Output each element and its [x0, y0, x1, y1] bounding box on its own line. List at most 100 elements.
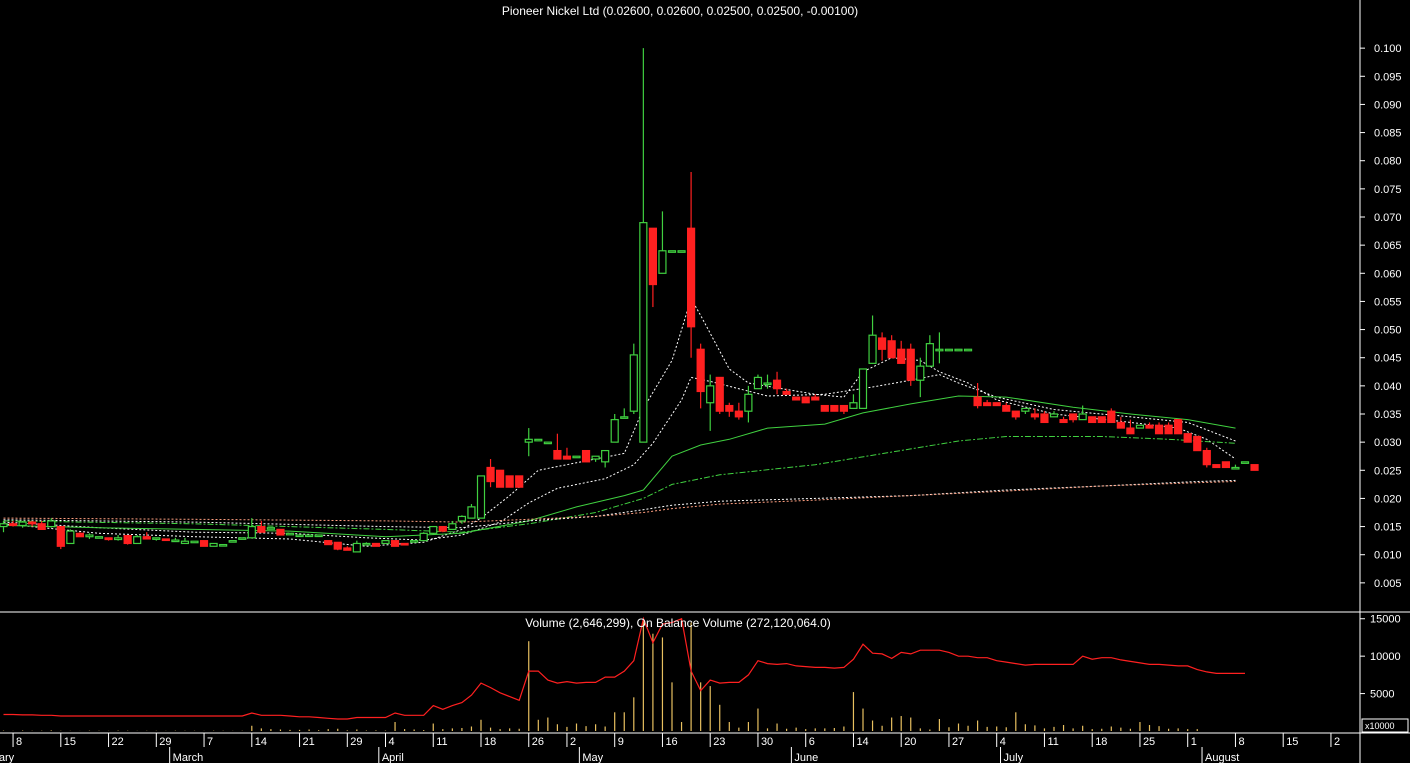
- volume-tick-label: 5000: [1370, 689, 1394, 701]
- candle-body: [247, 525, 256, 539]
- day-tick-label: 23: [713, 736, 725, 748]
- candle-body: [18, 521, 27, 527]
- candle-body: [658, 250, 667, 274]
- price-tick-label: 0.015: [1374, 522, 1402, 534]
- candle-body: [686, 227, 696, 328]
- candle-body: [839, 404, 849, 412]
- candle-body: [142, 536, 151, 540]
- candle-body: [219, 543, 228, 547]
- day-tick-label: 2: [1334, 736, 1340, 748]
- candle-body: [639, 222, 648, 443]
- candle-body: [715, 376, 724, 412]
- candle-body: [438, 525, 447, 532]
- candle-body: [314, 534, 323, 538]
- candle-body: [983, 402, 992, 407]
- month-tick-label: April: [382, 752, 404, 763]
- candle-body: [352, 542, 361, 553]
- price-tick-label: 0.080: [1374, 156, 1402, 168]
- day-tick-label: 15: [64, 736, 76, 748]
- month-tick-label: August: [1205, 752, 1239, 763]
- candle-body: [524, 438, 533, 443]
- day-tick-label: 1: [1191, 736, 1197, 748]
- candle-body: [1088, 416, 1097, 424]
- price-tick-label: 0.010: [1374, 550, 1402, 562]
- candle-body: [1174, 419, 1183, 435]
- candle-body: [734, 410, 743, 418]
- candle-body: [1116, 421, 1125, 429]
- day-tick-label: 8: [16, 736, 22, 748]
- candle-body: [457, 515, 466, 522]
- candle-body: [1145, 424, 1154, 429]
- candle-body: [1221, 461, 1231, 469]
- day-tick-label: 16: [665, 736, 677, 748]
- candle-body: [400, 542, 409, 546]
- candle-body: [85, 534, 94, 538]
- day-tick-label: 26: [532, 736, 544, 748]
- candle-body: [1049, 413, 1059, 418]
- month-tick-label: July: [1004, 752, 1024, 763]
- candle-body: [343, 547, 352, 551]
- candle-body: [782, 390, 791, 395]
- day-tick-label: 6: [809, 736, 815, 748]
- candle-body: [486, 466, 495, 483]
- candle-body: [8, 523, 18, 527]
- candle-body: [305, 534, 314, 538]
- candle-body: [935, 348, 944, 352]
- day-tick-label: 8: [1238, 736, 1244, 748]
- candle-body: [677, 250, 686, 253]
- candle-body: [371, 542, 381, 547]
- price-tick-label: 0.040: [1374, 381, 1402, 393]
- price-tick-label: 0.065: [1374, 240, 1402, 252]
- candle-body: [601, 449, 610, 463]
- price-tick-label: 0.095: [1374, 71, 1402, 83]
- candle-body: [257, 525, 266, 533]
- candle-body: [1002, 404, 1011, 412]
- day-tick-label: 4: [1000, 736, 1006, 748]
- candle-body: [476, 475, 486, 519]
- candle-body: [152, 537, 161, 540]
- candle-body: [104, 537, 113, 541]
- day-tick-label: 20: [904, 736, 916, 748]
- candle-body: [706, 385, 715, 404]
- candle-body: [849, 402, 858, 409]
- day-tick-label: 27: [952, 736, 964, 748]
- candle-body: [792, 396, 801, 401]
- candle-body: [94, 536, 104, 539]
- month-tick-label: June: [794, 752, 818, 763]
- volume-multiplier-label: x10000: [1365, 721, 1395, 731]
- day-tick-label: 11: [1047, 736, 1058, 748]
- candle-body: [295, 534, 304, 538]
- price-tick-label: 0.075: [1374, 184, 1402, 196]
- candle-body: [553, 449, 562, 460]
- candle-body: [725, 404, 734, 412]
- volume-tick-label: 10000: [1370, 651, 1401, 663]
- candle-body: [906, 348, 915, 381]
- candle-body: [515, 475, 524, 488]
- candle-body: [562, 455, 572, 460]
- stock-chart: 0.005 0.010 0.015 0.020 0.025 0.030 0.035 0.040…: [0, 0, 1410, 763]
- candle-body: [1068, 413, 1078, 421]
- candle-body: [190, 540, 199, 544]
- candle-body: [572, 455, 581, 459]
- month-tick-label: May: [582, 752, 603, 763]
- candle-body: [811, 396, 820, 401]
- price-tick-label: 0.005: [1374, 578, 1402, 590]
- day-tick-label: 21: [303, 736, 315, 748]
- candle-body: [333, 541, 342, 550]
- candle-body: [1078, 413, 1087, 421]
- candle-body: [123, 534, 132, 545]
- day-tick-label: 14: [856, 736, 868, 748]
- day-tick-label: 7: [207, 736, 213, 748]
- candle-body: [161, 538, 170, 542]
- candle-body: [534, 438, 543, 442]
- candle-body: [954, 348, 963, 352]
- candle-body: [753, 376, 763, 390]
- price-tick-label: 0.025: [1374, 465, 1402, 477]
- candle-body: [324, 540, 333, 546]
- candle-body: [801, 396, 810, 404]
- candle-body: [1250, 464, 1259, 471]
- candle-body: [0, 523, 8, 528]
- candle-body: [667, 250, 677, 253]
- candle-body: [772, 379, 782, 390]
- month-tick-label: March: [173, 752, 204, 763]
